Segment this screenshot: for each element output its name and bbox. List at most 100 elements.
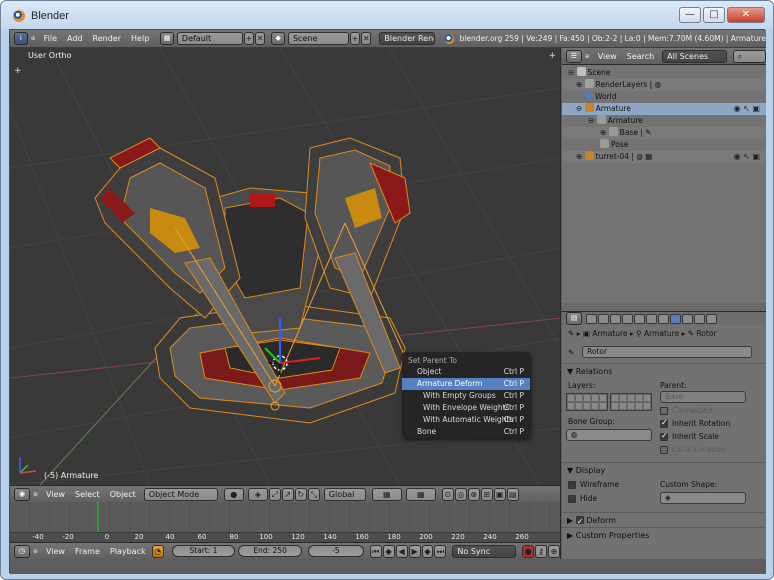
menu-render[interactable]: Render [93,34,121,43]
next-keyframe-icon[interactable]: ◆ [421,544,434,558]
viewport-shading-icon[interactable]: ● [223,487,244,501]
tree-row-renderlayers[interactable]: ⊕ RenderLayers | ◍ [562,79,766,91]
custom-properties-panel-header[interactable]: ▶ Custom Properties [562,527,766,542]
tree-row-armature[interactable]: ⊖ Armature ◉ ↖ ▣ [562,103,766,115]
close-button[interactable]: ✕ [727,7,765,23]
properties-toggle-icon[interactable]: + [548,51,556,61]
tree-row-world[interactable]: World [562,91,766,103]
add-scene-button[interactable]: + [349,32,361,45]
tab-modifiers[interactable] [646,313,657,324]
collapse-menu-icon[interactable]: ⊕ [585,53,590,60]
menu-help[interactable]: Help [131,34,149,43]
bone-layers-grid-b[interactable] [610,393,652,411]
layers-grid-2[interactable]: ▦ [405,487,436,501]
collapse-menu-icon[interactable]: ⊕ [33,548,38,555]
scene-field[interactable]: Scene [287,32,349,45]
manipulator-toggle-icon[interactable]: ⤢ [268,487,281,501]
preview-range-icon[interactable]: ◔ [151,544,164,558]
start-frame-field[interactable]: Start: 1 [171,545,236,557]
visibility-icons[interactable]: ◉ ↖ ▣ [734,103,760,115]
tab-armature-data[interactable] [658,313,669,324]
tab-bone[interactable] [670,313,681,324]
local-location-checkbox[interactable] [660,446,668,454]
rotate-icon[interactable]: ↻ [294,487,307,501]
render-preview-icon[interactable]: ▤ [506,487,519,501]
snap-element-icon[interactable]: ⊞ [480,487,493,501]
inherit-scale-checkbox[interactable] [660,431,668,441]
translate-icon[interactable]: ↗ [281,487,294,501]
insert-key-icon[interactable]: ⊕ [548,544,560,558]
menu-playback[interactable]: Playback [110,547,146,556]
menu-view[interactable]: View [598,52,617,61]
scale-icon[interactable]: ⤡ [307,487,320,501]
outliner-tree[interactable]: ⊖ Scene ⊕ RenderLayers | ◍ World ⊖ Armat… [562,65,766,303]
sync-mode-select[interactable]: No Sync [452,544,517,558]
render-engine-select[interactable]: Blender Render [379,32,436,45]
prev-keyframe-icon[interactable]: ◆ [382,544,395,558]
menu-object[interactable]: Object [110,490,136,499]
connected-checkbox[interactable] [660,407,668,415]
bone-layers-grid-a[interactable] [566,393,608,411]
deform-panel-header[interactable]: ▶ Deform [562,512,766,529]
editor-type-icon[interactable]: i [14,32,28,45]
search-input[interactable]: ⌕ [732,49,766,63]
tree-row-armature-data[interactable]: ⊖ Armature [562,115,766,127]
inherit-rotation-checkbox[interactable] [660,418,668,428]
menu-item-armature-deform[interactable]: Armature Deform Ctrl P [402,378,530,390]
view3d-editor-icon[interactable]: ◉ [14,487,30,501]
toolshelf-toggle-icon[interactable]: + [14,66,22,76]
parent-bone-field[interactable]: Base [660,391,746,403]
current-frame-marker[interactable] [97,502,99,532]
3d-viewport[interactable]: User Ortho + + (-5) Armature Set Parent … [10,48,561,485]
custom-shape-field[interactable]: ◈ [660,492,746,504]
snap-target-icon[interactable]: ▣ [493,487,506,501]
transform-orientation-select[interactable]: Global [323,487,366,501]
menu-item-object[interactable]: Object Ctrl P [402,366,530,378]
timeline-area[interactable]: -40 -20 0 20 40 60 80 100 120 140 160 18… [10,502,561,542]
tab-object[interactable] [622,313,633,324]
play-icon[interactable]: ▶ [408,544,421,558]
snap-icon[interactable]: ⊗ [467,487,480,501]
menu-item-with-automatic-weights[interactable]: With Automatic Weights Ctrl P [402,414,530,426]
relations-panel-header[interactable]: ▼ Relations [562,363,766,378]
tab-constraints[interactable] [634,313,645,324]
maximize-button[interactable]: □ [703,7,725,23]
pivot-point-icon[interactable]: ◈ [247,487,268,501]
menu-view[interactable]: View [46,490,65,499]
tree-row-turret[interactable]: ⊕ turret-04 | ◍ ▦ ◉ ↖ ▣ [562,151,766,163]
menu-frame[interactable]: Frame [75,547,100,556]
tab-texture[interactable] [694,313,705,324]
keying-set-icon[interactable]: ⚷ [535,544,548,558]
display-panel-header[interactable]: ▼ Display [562,462,766,477]
remove-layout-button[interactable]: ✕ [255,32,266,45]
wireframe-checkbox[interactable] [568,481,576,489]
outliner-editor-icon[interactable]: ☰ [566,49,582,63]
play-reverse-icon[interactable]: ◀ [395,544,408,558]
end-frame-field[interactable]: End: 250 [238,545,302,557]
collapse-menu-icon[interactable]: ⊕ [33,491,38,498]
tab-physics[interactable] [706,313,717,324]
layers-grid-1[interactable]: ▦ [371,487,402,501]
bone-group-field[interactable]: ◍ [566,429,652,441]
timeline-editor-icon[interactable]: ◷ [14,544,30,558]
tree-row-pose[interactable]: Pose [562,139,766,151]
proportional-edit-icon[interactable]: ◎ [454,487,467,501]
menu-view[interactable]: View [46,547,65,556]
tab-render[interactable] [586,313,597,324]
tab-bone-constraints[interactable] [682,313,693,324]
tab-world[interactable] [610,313,621,324]
menu-select[interactable]: Select [75,490,100,499]
menu-item-with-envelope-weights[interactable]: With Envelope Weights Ctrl P [402,402,530,414]
visibility-icons[interactable]: ◉ ↖ ▣ [734,151,760,163]
menu-item-with-empty-groups[interactable]: With Empty Groups Ctrl P [402,390,530,402]
jump-start-icon[interactable]: ⏮ [369,544,382,558]
current-frame-field[interactable]: -5 [307,545,364,557]
screen-layout-field[interactable]: Default [176,32,243,45]
tree-row-scene[interactable]: ⊖ Scene [562,67,766,79]
deform-checkbox[interactable] [575,514,584,529]
bone-name-field[interactable]: Rotor [582,346,752,358]
minimize-button[interactable]: — [679,7,701,23]
scene-icon[interactable]: ◆ [271,32,285,45]
menu-search[interactable]: Search [627,52,654,61]
title-bar[interactable]: Blender — □ ✕ [1,1,773,29]
